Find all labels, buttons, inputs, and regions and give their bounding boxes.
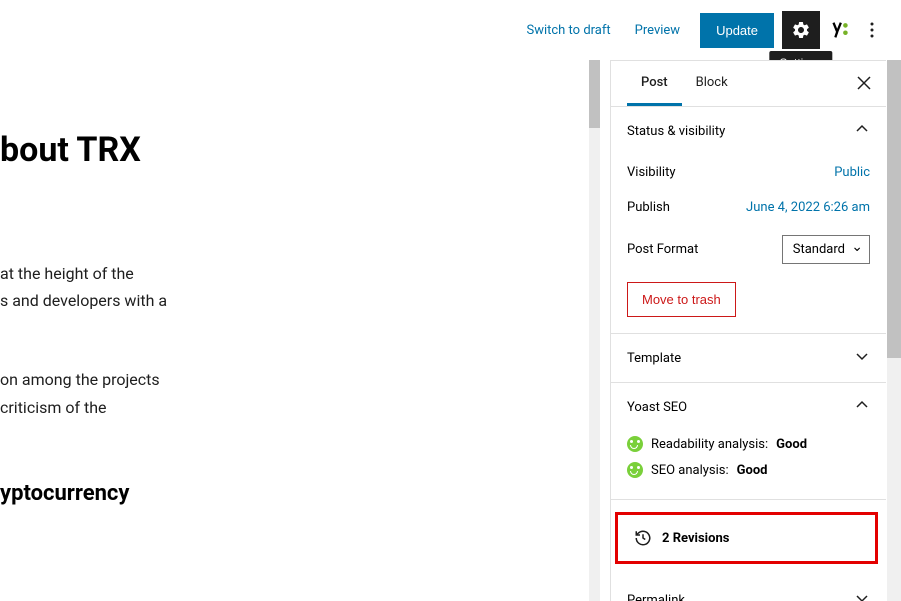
visibility-row: Visibility Public (627, 155, 870, 190)
revisions-button[interactable]: 2 Revisions (615, 512, 878, 564)
status-visibility-panel: Status & visibility Visibility Public Pu… (611, 107, 886, 334)
editor-scrollbar[interactable] (589, 60, 600, 601)
revisions-count: 2 (662, 531, 669, 546)
post-format-select[interactable]: Standard (782, 235, 870, 264)
chevron-up-icon (854, 397, 870, 417)
sidebar-tabs: Post Block (611, 61, 886, 107)
smiley-good-icon (627, 436, 643, 452)
yoast-seo-body: Readability analysis: Good SEO analysis:… (611, 431, 886, 499)
seo-analysis-value: Good (737, 463, 768, 478)
yoast-button[interactable] (820, 11, 858, 49)
close-sidebar-button[interactable] (852, 71, 876, 95)
publish-label: Publish (627, 200, 670, 215)
readability-value: Good (776, 437, 807, 452)
publish-row: Publish June 4, 2022 6:26 am (627, 190, 870, 225)
template-toggle[interactable]: Template (611, 334, 886, 382)
readability-row[interactable]: Readability analysis: Good (627, 431, 870, 457)
post-title[interactable]: bout TRX (0, 130, 580, 170)
post-paragraph[interactable]: on among the projects criticism of the (0, 366, 580, 420)
history-icon (634, 529, 652, 547)
scrollbar-thumb[interactable] (887, 60, 901, 358)
settings-button[interactable]: Settings (782, 11, 820, 49)
more-options-button[interactable] (858, 11, 886, 49)
smiley-good-icon (627, 462, 643, 478)
yoast-seo-panel: Yoast SEO Readability analysis: Good SEO… (611, 383, 886, 500)
chevron-down-icon (854, 590, 870, 601)
visibility-value[interactable]: Public (834, 165, 870, 180)
post-settings-sidebar: Post Block Status & visibility Visibilit… (610, 60, 886, 601)
post-paragraph[interactable]: at the height of the s and developers wi… (0, 260, 580, 314)
revisions-text: 2 Revisions (662, 531, 729, 546)
switch-to-draft-link[interactable]: Switch to draft (514, 13, 622, 48)
post-format-row: Post Format Standard (627, 225, 870, 274)
post-format-label: Post Format (627, 242, 698, 257)
text-line: at the height of the (0, 264, 134, 283)
panel-title: Status & visibility (627, 124, 725, 139)
seo-analysis-label: SEO analysis: (651, 463, 729, 478)
status-visibility-toggle[interactable]: Status & visibility (611, 107, 886, 155)
move-to-trash-button[interactable]: Move to trash (627, 282, 736, 317)
panel-title: Permalink (627, 593, 685, 601)
panel-title: Yoast SEO (627, 400, 687, 415)
text-line: criticism of the (0, 398, 107, 417)
editor-toolbar: Switch to draft Preview Update Settings (514, 0, 901, 60)
chevron-down-icon (854, 348, 870, 368)
yoast-seo-toggle[interactable]: Yoast SEO (611, 383, 886, 431)
close-icon (857, 76, 871, 90)
revisions-label: Revisions (673, 531, 730, 546)
panel-title: Template (627, 351, 681, 366)
sidebar-scrollbar[interactable] (887, 60, 901, 601)
template-panel: Template (611, 334, 886, 383)
editor-content-area[interactable]: bout TRX at the height of the s and deve… (0, 60, 600, 601)
visibility-label: Visibility (627, 165, 676, 180)
readability-label: Readability analysis: (651, 437, 768, 452)
update-button[interactable]: Update (700, 13, 774, 48)
post-subheading[interactable]: yptocurrency (0, 481, 580, 506)
tab-post[interactable]: Post (627, 61, 682, 106)
yoast-icon (828, 19, 850, 41)
publish-value[interactable]: June 4, 2022 6:26 am (746, 200, 870, 215)
tab-block[interactable]: Block (682, 61, 742, 106)
permalink-toggle[interactable]: Permalink (611, 576, 886, 601)
scrollbar-thumb[interactable] (589, 60, 600, 128)
text-line: on among the projects (0, 370, 160, 389)
text-line: s and developers with a (0, 291, 167, 310)
seo-analysis-row[interactable]: SEO analysis: Good (627, 457, 870, 483)
dots-vertical-icon (870, 22, 874, 38)
status-visibility-body: Visibility Public Publish June 4, 2022 6… (611, 155, 886, 333)
permalink-panel: Permalink (611, 576, 886, 601)
gear-icon (791, 20, 811, 40)
preview-link[interactable]: Preview (623, 13, 692, 48)
chevron-up-icon (854, 121, 870, 141)
